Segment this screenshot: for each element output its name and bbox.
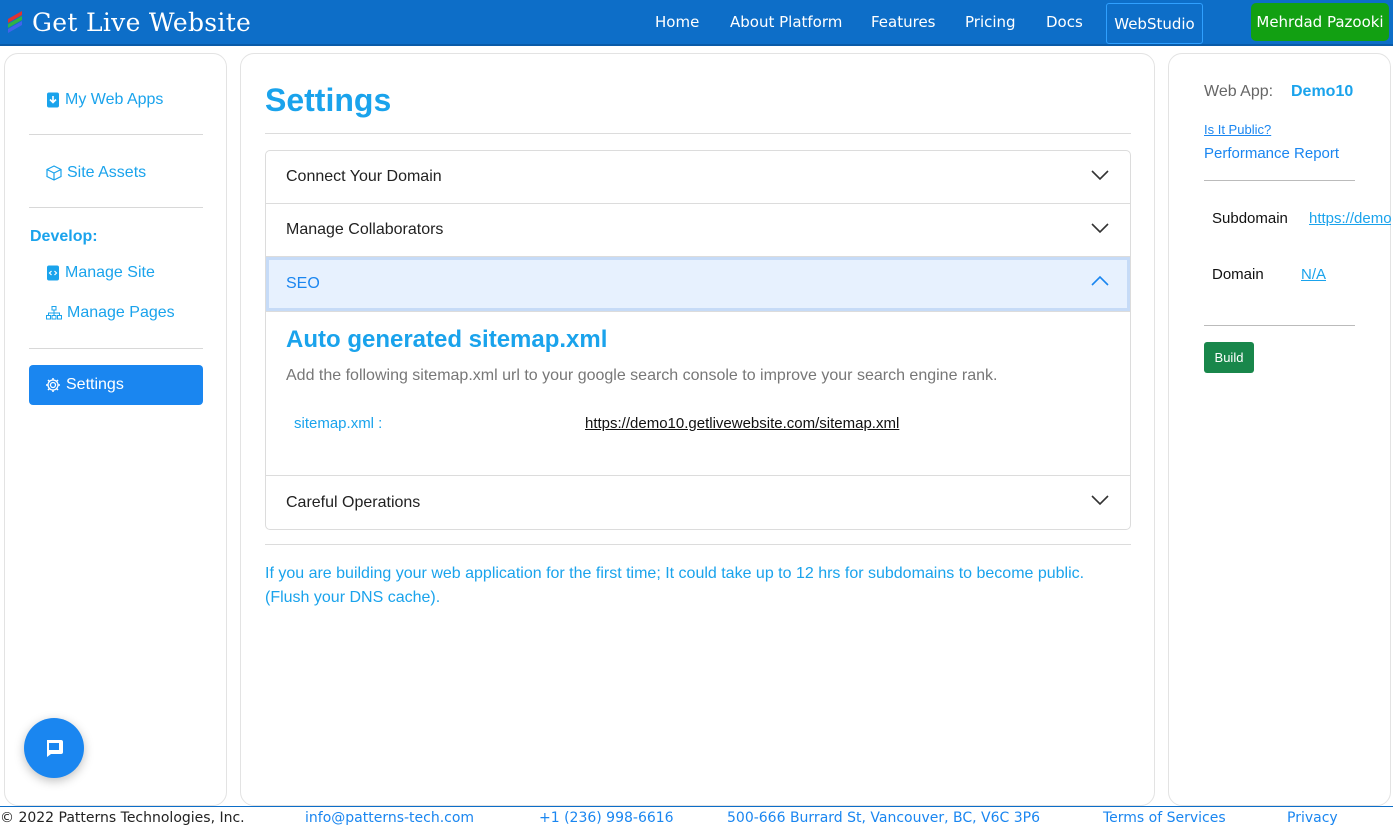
chevron-down-icon <box>1091 495 1109 506</box>
brand-logo-icon <box>8 11 22 33</box>
top-navbar: Get Live Website Home About Platform Fea… <box>0 0 1393 46</box>
settings-panel: Settings Connect Your Domain Manage Coll… <box>240 53 1155 806</box>
settings-accordion: Connect Your Domain Manage Collaborators… <box>265 150 1131 530</box>
seo-content: Auto generated sitemap.xml Add the follo… <box>266 312 1130 476</box>
subdomain-link[interactable]: https://demo <box>1309 210 1391 227</box>
sidebar-item-label: Site Assets <box>67 164 147 181</box>
footer-email-link[interactable]: info@patterns-tech.com <box>305 810 474 826</box>
sidebar-item-site-assets[interactable]: Site Assets <box>46 164 146 182</box>
sitemap-description: Add the following sitemap.xml url to you… <box>286 367 998 384</box>
sidebar-item-settings[interactable]: Settings <box>29 365 203 405</box>
accordion-manage-collaborators[interactable]: Manage Collaborators <box>266 204 1130 257</box>
chevron-down-icon <box>1091 170 1109 181</box>
accordion-seo[interactable]: SEO <box>266 257 1130 312</box>
nav-features[interactable]: Features <box>871 13 936 31</box>
sidebar-item-label: My Web Apps <box>65 91 164 108</box>
notice-divider <box>265 544 1131 545</box>
dns-notice: If you are building your web application… <box>265 565 1085 606</box>
footer-phone-link[interactable]: +1 (236) 998-6616 <box>539 810 674 826</box>
nav-about-platform[interactable]: About Platform <box>730 13 842 31</box>
title-divider <box>265 133 1131 134</box>
nav-home[interactable]: Home <box>655 13 699 31</box>
accordion-label: Manage Collaborators <box>286 221 444 238</box>
is-public-link[interactable]: Is It Public? <box>1204 122 1271 137</box>
nav-pricing[interactable]: Pricing <box>965 13 1016 31</box>
info-divider <box>1204 180 1355 181</box>
web-app-info-panel: Web App: Demo10 Is It Public? Performanc… <box>1168 53 1391 806</box>
sidebar-item-label: Manage Site <box>65 264 155 281</box>
brand[interactable]: Get Live Website <box>4 5 251 39</box>
nav-docs[interactable]: Docs <box>1046 13 1083 31</box>
sidebar-item-label: Settings <box>66 376 124 393</box>
download-file-icon <box>47 92 59 108</box>
sidebar: My Web Apps Site Assets Develop: Manage … <box>4 53 227 806</box>
accordion-label: Careful Operations <box>286 493 421 511</box>
nav-webstudio[interactable]: WebStudio <box>1106 3 1203 44</box>
accordion-label: Connect Your Domain <box>286 168 442 185</box>
sitemap-heading: Auto generated sitemap.xml <box>286 326 608 353</box>
sitemap-label: sitemap.xml : <box>294 415 383 432</box>
chevron-down-icon <box>1091 223 1109 234</box>
page-title: Settings <box>265 82 392 118</box>
accordion-label: SEO <box>286 275 320 292</box>
sidebar-item-my-web-apps[interactable]: My Web Apps <box>46 91 163 109</box>
footer: © 2022 Patterns Technologies, Inc. info@… <box>0 806 1393 827</box>
chevron-up-icon <box>1091 275 1109 286</box>
sidebar-item-manage-pages[interactable]: Manage Pages <box>46 304 175 322</box>
footer-address-link[interactable]: 500-666 Burrard St, Vancouver, BC, V6C 3… <box>727 810 1040 826</box>
sitemap-icon <box>46 306 62 320</box>
subdomain-value-wrap: https://demo <box>1309 210 1391 228</box>
domain-label: Domain <box>1212 266 1264 283</box>
code-file-icon <box>47 265 59 281</box>
accordion-connect-domain[interactable]: Connect Your Domain <box>266 151 1130 204</box>
sidebar-divider <box>29 134 203 135</box>
chat-button[interactable] <box>24 718 84 778</box>
performance-report-link[interactable]: Performance Report <box>1204 145 1339 162</box>
gear-icon <box>46 378 60 392</box>
brand-name: Get Live Website <box>32 7 252 37</box>
subdomain-label: Subdomain <box>1212 210 1288 227</box>
web-app-label: Web App: <box>1204 83 1274 100</box>
domain-link[interactable]: N/A <box>1301 266 1326 283</box>
sidebar-item-label: Manage Pages <box>67 304 175 321</box>
footer-terms-link[interactable]: Terms of Services <box>1103 810 1226 826</box>
user-menu-button[interactable]: Mehrdad Pazooki <box>1251 3 1389 41</box>
sitemap-url-link[interactable]: https://demo10.getlivewebsite.com/sitema… <box>585 415 899 432</box>
footer-privacy-link[interactable]: Privacy <box>1287 810 1338 826</box>
sidebar-heading-develop: Develop: <box>30 228 98 245</box>
web-app-name: Demo10 <box>1291 83 1354 100</box>
build-button[interactable]: Build <box>1204 342 1254 373</box>
sidebar-item-manage-site[interactable]: Manage Site <box>46 264 155 282</box>
sidebar-divider <box>29 207 203 208</box>
info-divider <box>1204 325 1355 326</box>
box-icon <box>46 165 62 181</box>
accordion-careful-operations[interactable]: Careful Operations <box>266 476 1130 529</box>
footer-copyright: © 2022 Patterns Technologies, Inc. <box>0 810 245 826</box>
sidebar-divider <box>29 348 203 349</box>
chat-icon <box>47 740 63 757</box>
